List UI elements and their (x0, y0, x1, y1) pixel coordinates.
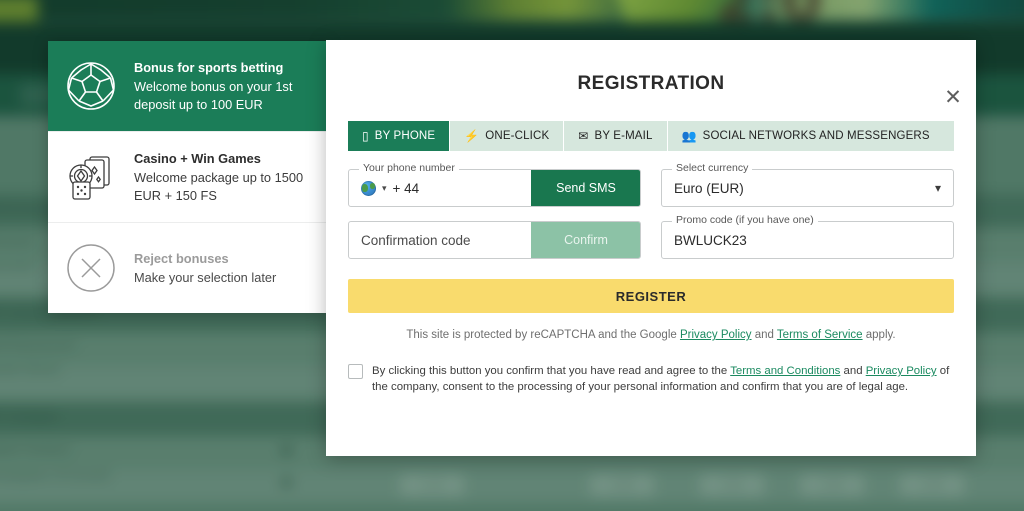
tab-social-networks[interactable]: 👥 SOCIAL NETWORKS AND MESSENGERS (668, 121, 944, 151)
currency-label: Select currency (672, 162, 753, 174)
send-sms-button[interactable]: Send SMS (531, 170, 640, 206)
captcha-prefix: This site is protected by reCAPTCHA and … (406, 329, 680, 341)
envelope-icon: ✉ (578, 129, 589, 143)
casino-chips-cards-icon (62, 148, 120, 206)
consent-part-1: By clicking this button you confirm that… (372, 365, 731, 377)
promo-code-input[interactable]: BWLUCK23 (662, 222, 953, 258)
promo-code-field: Promo code (if you have one) BWLUCK23 (661, 214, 954, 259)
chevron-down-icon[interactable]: ▾ (935, 170, 953, 206)
register-button[interactable]: REGISTER (348, 279, 954, 313)
google-terms-of-service-link[interactable]: Terms of Service (777, 329, 863, 341)
bonus-subtitle: Make your selection later (134, 270, 277, 285)
phone-input[interactable]: ▾ + 44 (349, 170, 531, 206)
currency-field: Select currency Euro (EUR) ▾ (661, 162, 954, 207)
lightning-bolt-icon: ⚡ (464, 129, 480, 143)
globe-icon[interactable] (361, 180, 376, 196)
phone-number-field: Your phone number ▾ + 44 Send SMS (348, 162, 641, 207)
privacy-policy-link[interactable]: Privacy Policy (866, 365, 937, 377)
registration-modal: ✕ REGISTRATION ▯ BY PHONE ⚡ ONE-CLICK ✉ … (326, 40, 976, 456)
consent-text: By clicking this button you confirm that… (372, 363, 954, 395)
promo-code-value: BWLUCK23 (674, 232, 747, 248)
confirm-button[interactable]: Confirm (531, 222, 640, 258)
tab-label: BY PHONE (374, 130, 436, 142)
terms-and-conditions-link[interactable]: Terms and Conditions (730, 365, 840, 377)
bonus-title: Reject bonuses (134, 250, 229, 266)
captcha-suffix: apply. (862, 329, 896, 341)
phone-number-label: Your phone number (359, 162, 459, 174)
chevron-down-icon[interactable]: ▾ (382, 183, 387, 194)
dial-code: + 44 (392, 180, 420, 196)
bonus-subtitle: Welcome package up to 1500 EUR + 150 FS (134, 170, 304, 203)
page-title: REGISTRATION (577, 73, 725, 94)
captcha-middle: and (751, 329, 777, 341)
bonus-option-reject[interactable]: Reject bonuses Make your selection later (48, 222, 328, 313)
bonus-option-sports[interactable]: Bonus for sports betting Welcome bonus o… (48, 41, 328, 131)
registration-form: Your phone number ▾ + 44 Send SMS Select… (348, 162, 954, 259)
confirmation-code-placeholder: Confirmation code (361, 232, 471, 248)
bonus-option-casino[interactable]: Casino + Win Games Welcome package up to… (48, 131, 328, 222)
confirmation-code-field: Confirmation code Confirm (348, 221, 641, 259)
consent-checkbox[interactable] (348, 364, 363, 379)
soccer-ball-icon (62, 57, 120, 115)
recaptcha-notice: This site is protected by reCAPTCHA and … (326, 329, 976, 341)
phone-icon: ▯ (362, 129, 369, 143)
bonus-subtitle: Welcome bonus on your 1st deposit up to … (134, 79, 293, 112)
google-privacy-policy-link[interactable]: Privacy Policy (680, 329, 752, 341)
bonus-title: Bonus for sports betting (134, 60, 284, 76)
people-group-icon: 👥 (681, 129, 697, 143)
close-icon[interactable]: ✕ (940, 84, 966, 110)
consent-part-2: and (840, 365, 866, 377)
promo-code-label: Promo code (if you have one) (672, 214, 818, 226)
consent-section: By clicking this button you confirm that… (348, 363, 954, 395)
currency-select[interactable]: Euro (EUR) (662, 170, 935, 206)
tab-by-email[interactable]: ✉ BY E-MAIL (564, 121, 668, 151)
bonus-title: Casino + Win Games (134, 151, 261, 167)
circle-x-icon (62, 239, 120, 297)
registration-method-tabs: ▯ BY PHONE ⚡ ONE-CLICK ✉ BY E-MAIL 👥 SOC… (348, 121, 954, 151)
bonus-selection-panel: Bonus for sports betting Welcome bonus o… (48, 41, 328, 313)
tab-label: SOCIAL NETWORKS AND MESSENGERS (702, 130, 930, 142)
confirmation-code-input[interactable]: Confirmation code (349, 222, 531, 258)
tab-label: BY E-MAIL (594, 130, 653, 142)
tab-by-phone[interactable]: ▯ BY PHONE (348, 121, 451, 151)
tab-one-click[interactable]: ⚡ ONE-CLICK (450, 121, 565, 151)
currency-value: Euro (EUR) (674, 180, 744, 196)
tab-label: ONE-CLICK (485, 130, 550, 142)
